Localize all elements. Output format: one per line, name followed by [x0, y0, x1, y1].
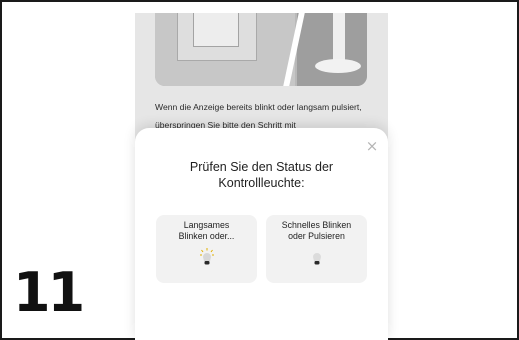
- status-bottom-sheet: × Prüfen Sie den Status der Kontrollleuc…: [135, 128, 388, 340]
- option-label: Schnelles Blinken oder Pulsieren: [281, 220, 352, 241]
- sheet-title-line2: Kontrollleuchte:: [218, 176, 305, 190]
- switch-and-lamp-photo: [155, 13, 367, 86]
- option-fast-blinking[interactable]: Schnelles Blinken oder Pulsieren: [266, 215, 367, 283]
- option-slow-blinking[interactable]: Langsames Blinken oder...: [156, 215, 257, 283]
- sheet-title-line1: Prüfen Sie den Status der: [189, 160, 334, 174]
- close-icon[interactable]: ×: [364, 138, 380, 154]
- option-label: Langsames Blinken oder...: [178, 220, 235, 241]
- step-number: 11: [13, 261, 85, 324]
- lamp-stem: [333, 13, 345, 65]
- lamp-base: [315, 59, 361, 73]
- wall-switch-rocker: [193, 13, 239, 47]
- sheet-title: Prüfen Sie den Status der Kontrollleucht…: [135, 159, 388, 191]
- bulb-icon: [310, 248, 324, 270]
- blinking-bulb-icon: [200, 248, 214, 270]
